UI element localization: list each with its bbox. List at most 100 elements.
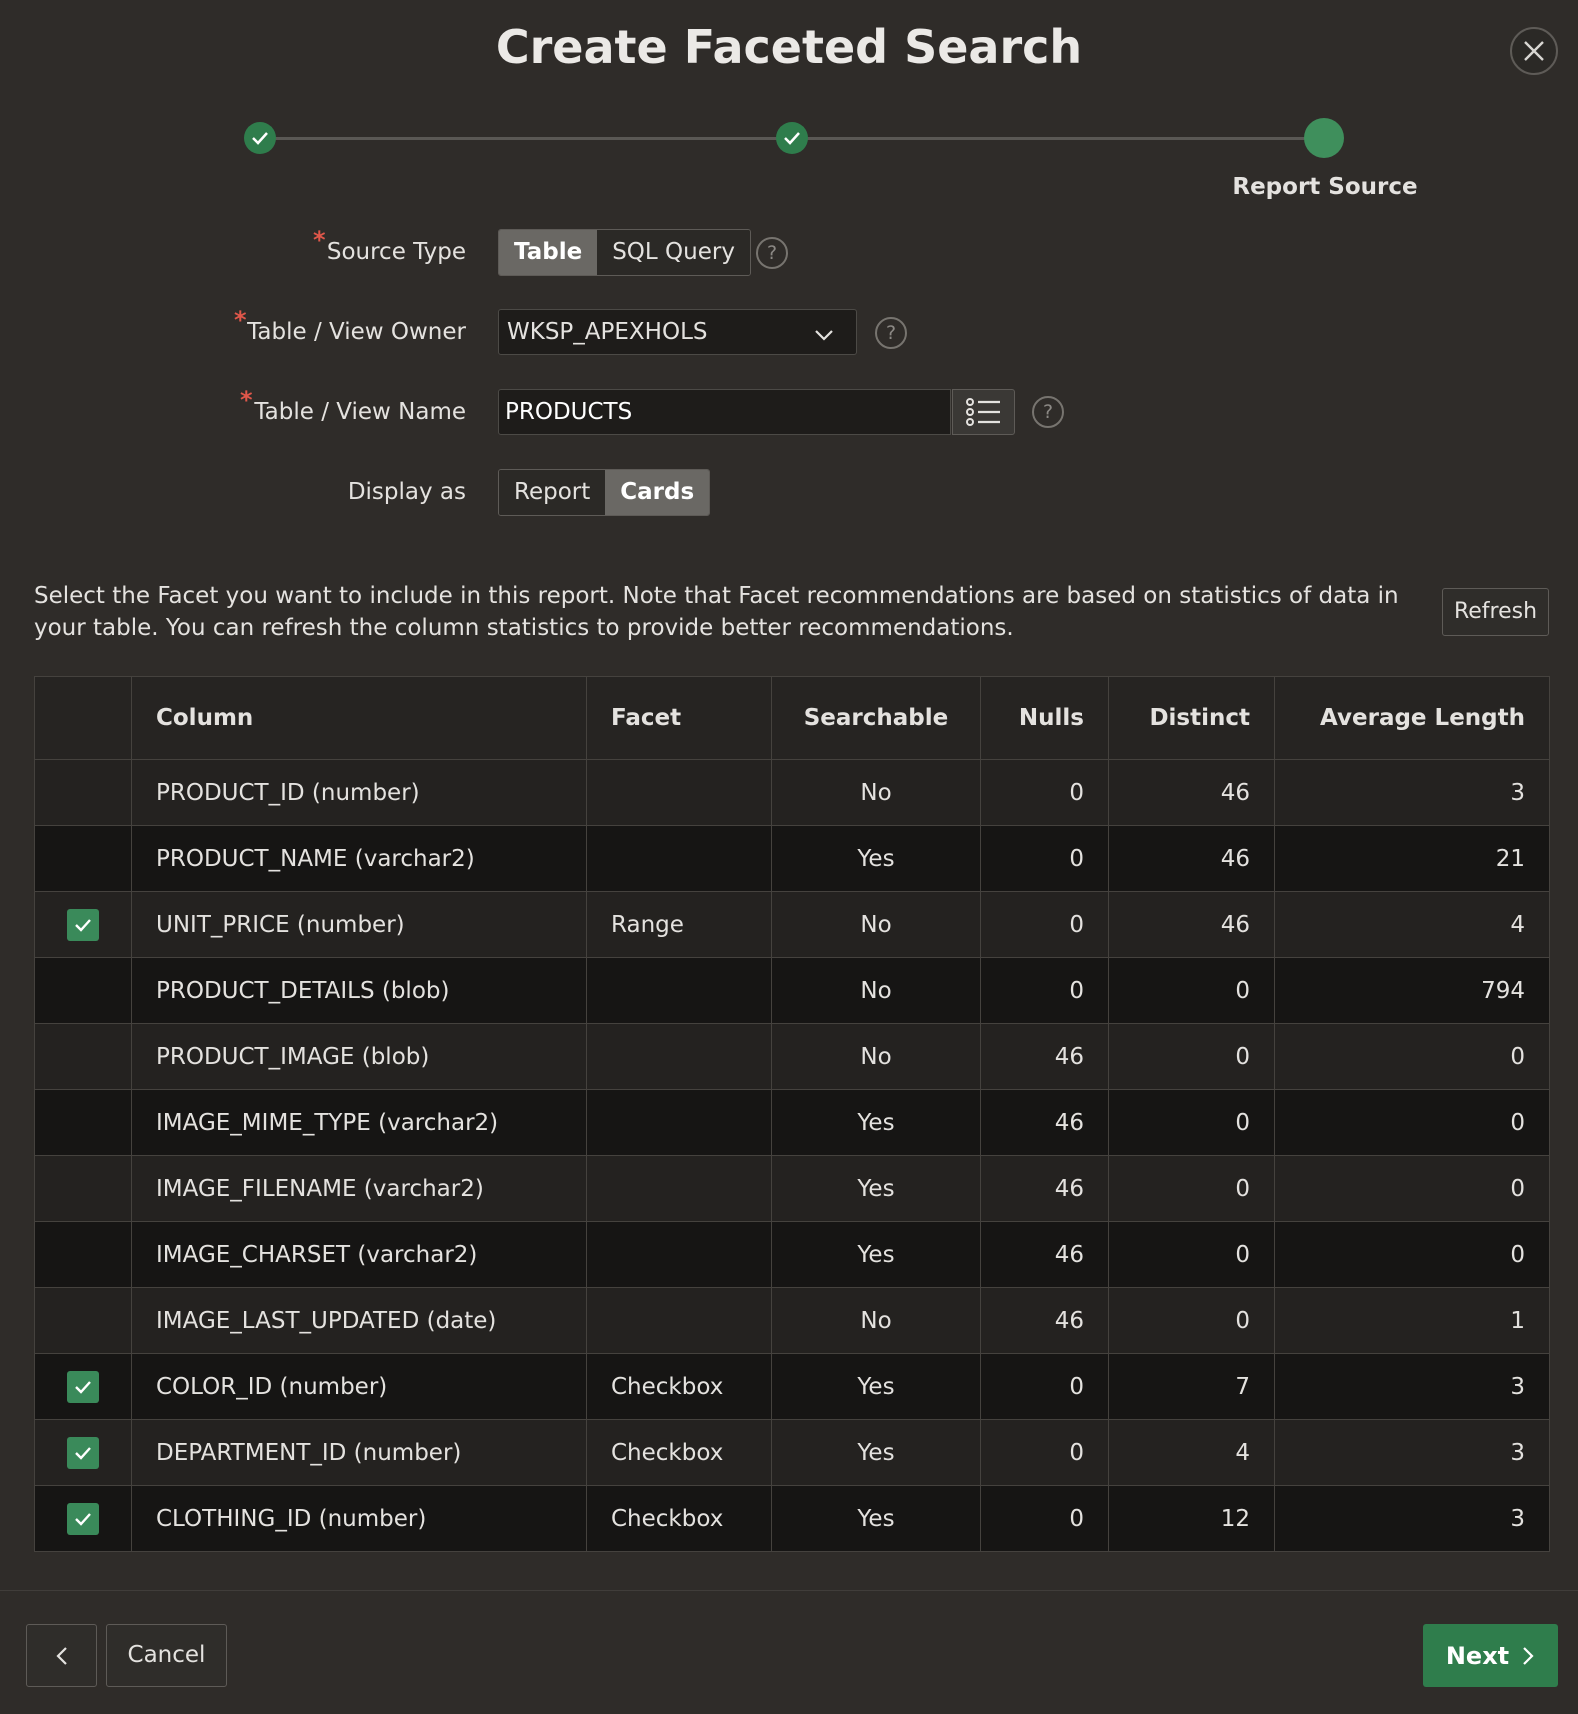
facets-table: Column Facet Searchable Nulls Distinct A… (34, 676, 1550, 1552)
wizard-step-1 (244, 122, 276, 154)
previous-button[interactable] (26, 1624, 97, 1687)
cell-column: PRODUCT_DETAILS (blob) (131, 957, 587, 1024)
cell-facet (586, 1023, 772, 1090)
cell-distinct: 46 (1108, 891, 1275, 958)
row-select-cell[interactable] (34, 1023, 132, 1090)
cell-column: PRODUCT_NAME (varchar2) (131, 825, 587, 892)
cell-nulls: 0 (980, 891, 1109, 958)
table-row: PRODUCT_NAME (varchar2) Yes 0 46 21 (34, 825, 1550, 892)
display-as-toggle[interactable]: Report Cards (498, 469, 711, 516)
row-checkbox-checked[interactable] (67, 1436, 99, 1469)
source-type-option-table[interactable]: Table (499, 230, 598, 275)
cell-distinct: 12 (1108, 1485, 1275, 1552)
cell-nulls: 46 (980, 1089, 1109, 1156)
row-checkbox-checked[interactable] (67, 1370, 99, 1403)
row-select-cell[interactable] (34, 1485, 132, 1552)
check-icon (252, 132, 268, 145)
source-type-label: Source Type (326, 239, 466, 265)
cell-nulls: 0 (980, 1485, 1109, 1552)
cell-distinct: 0 (1108, 1089, 1275, 1156)
help-icon[interactable]: ? (875, 317, 907, 349)
header-nulls: Nulls (980, 676, 1109, 760)
cell-column: IMAGE_CHARSET (varchar2) (131, 1221, 587, 1288)
row-select-cell[interactable] (34, 759, 132, 826)
required-indicator: * (240, 386, 253, 414)
cell-searchable: Yes (771, 1089, 981, 1156)
cell-searchable: No (771, 759, 981, 826)
row-select-cell[interactable] (34, 1419, 132, 1486)
table-owner-value: WKSP_APEXHOLS (507, 319, 708, 345)
cell-distinct: 0 (1108, 1155, 1275, 1222)
table-name-input[interactable]: PRODUCTS (498, 389, 951, 435)
row-select-cell[interactable] (34, 957, 132, 1024)
required-indicator: * (234, 306, 247, 334)
display-as-label: Display as (347, 479, 466, 505)
cell-searchable: Yes (771, 1419, 981, 1486)
check-icon (75, 918, 91, 932)
cell-searchable: No (771, 1023, 981, 1090)
row-select-cell[interactable] (34, 1089, 132, 1156)
next-button[interactable]: Next (1423, 1624, 1558, 1687)
row-select-cell[interactable] (34, 891, 132, 958)
list-icon (965, 398, 1000, 426)
cell-distinct: 7 (1108, 1353, 1275, 1420)
cell-average-length: 794 (1274, 957, 1550, 1024)
refresh-button[interactable]: Refresh (1442, 588, 1549, 636)
cell-facet (586, 759, 772, 826)
display-as-option-report[interactable]: Report (499, 470, 606, 515)
table-name-list-button[interactable] (952, 389, 1015, 435)
cell-distinct: 0 (1108, 1221, 1275, 1288)
cell-column: IMAGE_MIME_TYPE (varchar2) (131, 1089, 587, 1156)
source-type-toggle[interactable]: Table SQL Query (498, 229, 751, 276)
cell-average-length: 0 (1274, 1023, 1550, 1090)
cell-distinct: 4 (1108, 1419, 1275, 1486)
chevron-right-icon (1523, 1646, 1534, 1665)
cell-nulls: 46 (980, 1287, 1109, 1354)
cancel-button[interactable]: Cancel (106, 1624, 227, 1687)
cell-facet (586, 825, 772, 892)
table-owner-select[interactable]: WKSP_APEXHOLS (498, 309, 857, 355)
cell-column: IMAGE_FILENAME (varchar2) (131, 1155, 587, 1222)
cell-searchable: Yes (771, 1485, 981, 1552)
header-distinct: Distinct (1108, 676, 1275, 760)
cell-column: COLOR_ID (number) (131, 1353, 587, 1420)
cell-facet: Checkbox (586, 1419, 772, 1486)
row-select-cell[interactable] (34, 825, 132, 892)
check-icon (75, 1512, 91, 1526)
close-button[interactable] (1510, 27, 1558, 75)
table-row: IMAGE_CHARSET (varchar2) Yes 46 0 0 (34, 1221, 1550, 1288)
cell-average-length: 21 (1274, 825, 1550, 892)
cell-distinct: 0 (1108, 1287, 1275, 1354)
help-icon[interactable]: ? (1032, 396, 1064, 428)
display-as-option-cards[interactable]: Cards (605, 470, 710, 515)
row-select-cell[interactable] (34, 1287, 132, 1354)
cell-distinct: 0 (1108, 1023, 1275, 1090)
facet-description: Select the Facet you want to include in … (34, 583, 1399, 641)
cell-facet (586, 1221, 772, 1288)
help-icon[interactable]: ? (756, 237, 788, 269)
cell-facet (586, 1287, 772, 1354)
source-type-option-sql-query[interactable]: SQL Query (597, 230, 750, 275)
cell-average-length: 3 (1274, 1419, 1550, 1486)
table-row: IMAGE_FILENAME (varchar2) Yes 46 0 0 (34, 1155, 1550, 1222)
row-select-cell[interactable] (34, 1353, 132, 1420)
table-row: IMAGE_LAST_UPDATED (date) No 46 0 1 (34, 1287, 1550, 1354)
table-row: DEPARTMENT_ID (number) Checkbox Yes 0 4 3 (34, 1419, 1550, 1486)
cell-average-length: 3 (1274, 1353, 1550, 1420)
dialog-title: Create Faceted Search (495, 20, 1083, 74)
row-select-cell[interactable] (34, 1221, 132, 1288)
row-checkbox-checked[interactable] (67, 908, 99, 941)
footer-divider (0, 1590, 1578, 1591)
close-icon (1524, 41, 1544, 61)
cell-nulls: 46 (980, 1155, 1109, 1222)
row-select-cell[interactable] (34, 1155, 132, 1222)
chevron-left-icon (55, 1646, 67, 1665)
cell-facet (586, 957, 772, 1024)
header-select (34, 676, 132, 760)
cell-searchable: Yes (771, 1155, 981, 1222)
table-owner-label: Table / View Owner (247, 319, 466, 345)
cell-distinct: 0 (1108, 957, 1275, 1024)
row-checkbox-checked[interactable] (67, 1502, 99, 1535)
wizard-step-2 (776, 122, 808, 154)
cell-column: CLOTHING_ID (number) (131, 1485, 587, 1552)
